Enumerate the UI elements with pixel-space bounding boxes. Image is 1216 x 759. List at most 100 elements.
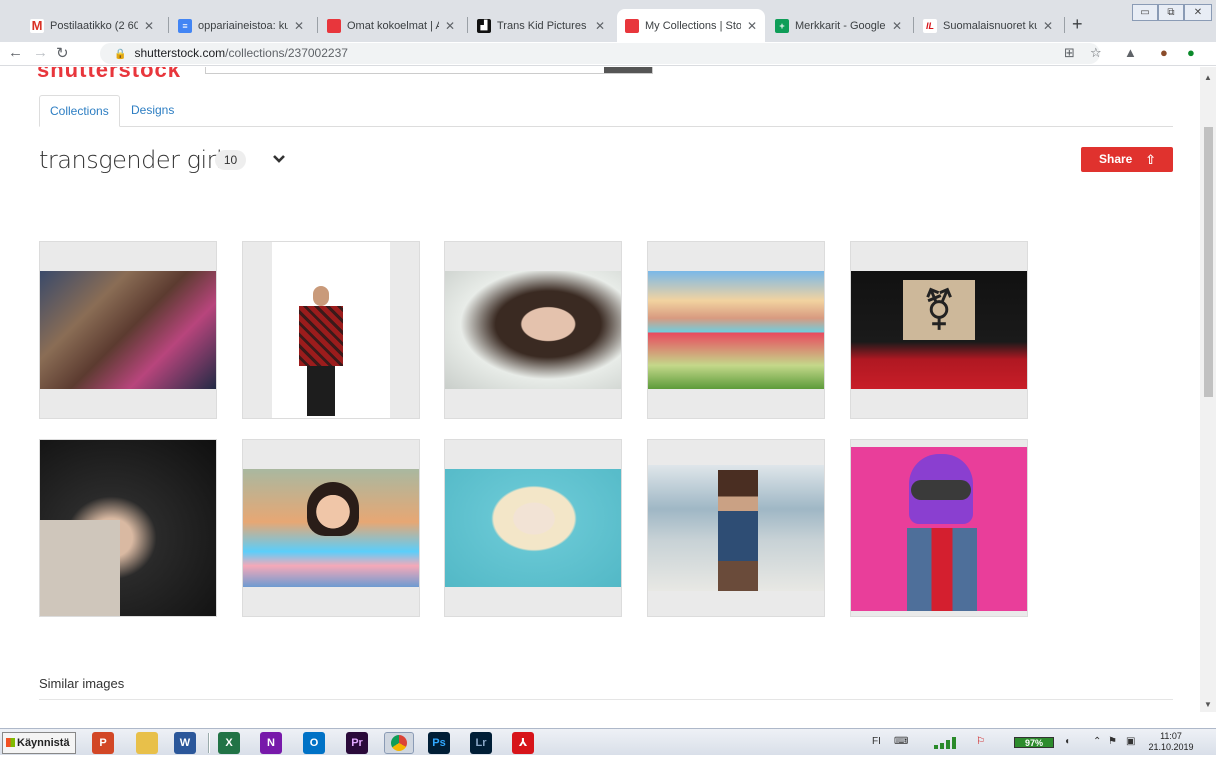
tab-collections[interactable]: Collections — [39, 95, 120, 127]
keyboard-icon[interactable]: ⌨ — [894, 736, 908, 747]
tab-title: oppariaineistoa: kuvapa — [198, 19, 288, 32]
tab-title: My Collections | Stock F — [645, 19, 741, 32]
unsplash-icon: ▟ — [477, 18, 491, 33]
collection-image-friends-group-photo[interactable] — [39, 241, 217, 419]
lightroom-icon[interactable]: Lr — [470, 732, 492, 754]
collection-image-girls-shorts-field-photo[interactable] — [647, 241, 825, 419]
collection-title: transgender girl — [39, 146, 223, 174]
powerpoint-icon[interactable]: P — [92, 732, 114, 754]
windows-taskbar: Käynnistä P W X N O Pr Ps Lr ⅄ FI ⌨ ⚐ 97… — [0, 728, 1216, 755]
collection-image-person-plaid-shirt-photo[interactable] — [242, 241, 420, 419]
browser-tab-iltalehti[interactable]: IL Suomalaisnuoret kuolive ✕ — [915, 9, 1061, 42]
acrobat-icon[interactable]: ⅄ — [512, 732, 534, 754]
tab-designs[interactable]: Designs — [121, 95, 184, 127]
tab-title: Suomalaisnuoret kuolive — [943, 19, 1037, 32]
address-bar[interactable]: 🔒 shutterstock.com/collections/237002237 — [100, 43, 1100, 64]
browser-toolbar: ← → ↻ 🔒 shutterstock.com/collections/2370… — [0, 42, 1216, 66]
image-count-badge: 10 — [215, 150, 246, 170]
translate-icon[interactable]: ⊞ — [1064, 45, 1075, 61]
start-label: Käynnistä — [17, 737, 70, 749]
notification-icon[interactable]: ▣ — [1126, 736, 1135, 747]
outlook-icon[interactable]: O — [303, 732, 325, 754]
back-arrow-icon[interactable]: ← — [8, 44, 23, 61]
close-tab-icon[interactable]: ✕ — [445, 19, 455, 33]
chrome-icon[interactable] — [384, 732, 414, 754]
browser-tab-gmail[interactable]: M Postilaatikko (2 601) - a ✕ — [22, 9, 162, 42]
page-scrollbar[interactable]: ▲ ▼ — [1200, 67, 1216, 712]
collection-image-woman-black-hat-photo[interactable] — [39, 439, 217, 617]
close-tab-icon[interactable]: ✕ — [144, 19, 154, 33]
minimize-button[interactable]: ▭ — [1132, 4, 1158, 21]
close-tab-icon[interactable]: ✕ — [1043, 19, 1053, 33]
collection-image-transgender-symbol-sign-photo[interactable]: ⚧ — [850, 241, 1028, 419]
extension-green-icon[interactable]: ● — [1187, 45, 1195, 60]
url-path: /collections/237002237 — [225, 46, 348, 60]
close-tab-icon[interactable]: ✕ — [294, 19, 304, 33]
page-content: shutterstock Collections Designs transge… — [0, 67, 1200, 712]
collection-image-woman-purple-hair-binoculars-photo[interactable] — [850, 439, 1028, 617]
collection-image-woman-waterfront-photo[interactable] — [647, 439, 825, 617]
similar-images-heading: Similar images — [39, 676, 125, 691]
wifi-off-icon[interactable]: ⚐ — [976, 736, 985, 747]
file-explorer-icon[interactable] — [136, 732, 158, 754]
shutterstock-logo[interactable]: shutterstock — [37, 67, 181, 83]
scrollbar-thumb[interactable] — [1204, 127, 1213, 397]
close-window-button[interactable]: ✕ — [1184, 4, 1212, 21]
bookmark-star-icon[interactable]: ☆ — [1090, 45, 1102, 61]
tab-title: Omat kokoelmat | Arkist — [347, 19, 439, 32]
scroll-down-arrow-icon[interactable]: ▼ — [1204, 700, 1212, 709]
new-tab-button[interactable]: + — [1072, 14, 1083, 35]
browser-tab-trans-kid-pictures[interactable]: ▟ Trans Kid Pictures | Dow ✕ — [469, 9, 613, 42]
clock-date: 21.10.2019 — [1148, 742, 1194, 752]
docs-icon: ≡ — [178, 18, 192, 33]
browser-tab-docs[interactable]: ≡ oppariaineistoa: kuvapa ✕ — [170, 9, 312, 42]
collection-image-woman-pride-flag-photo[interactable] — [242, 439, 420, 617]
reload-icon[interactable]: ↻ — [56, 44, 69, 62]
iltalehti-icon: IL — [923, 18, 937, 33]
start-button[interactable]: Käynnistä — [2, 732, 76, 754]
collection-image-woman-portrait-photo[interactable] — [444, 241, 622, 419]
lock-icon: 🔒 — [114, 49, 127, 60]
tab-title: Trans Kid Pictures | Dow — [497, 19, 589, 32]
divider — [39, 699, 1173, 700]
action-center-flag-icon[interactable]: ⚑ — [1108, 736, 1117, 747]
share-upload-icon: ⇧ — [1145, 152, 1156, 167]
search-button[interactable] — [604, 67, 652, 73]
browser-tab-sheets[interactable]: + Merkkarit - Google Shee ✕ — [767, 9, 910, 42]
power-plug-icon[interactable]: ◖ — [1064, 736, 1070, 747]
profile-avatar-icon[interactable]: ● — [1160, 45, 1168, 60]
url-domain: shutterstock.com — [134, 46, 226, 60]
collection-tabs: Collections Designs — [39, 95, 1173, 127]
system-clock[interactable]: 11:07 21.10.2019 — [1146, 731, 1196, 753]
tab-title: Merkkarit - Google Shee — [795, 19, 886, 32]
network-signal-icon[interactable] — [932, 735, 962, 749]
close-tab-icon[interactable]: ✕ — [892, 19, 902, 33]
sheets-icon: + — [775, 18, 789, 33]
browser-tab-omat-kokoelmat[interactable]: Omat kokoelmat | Arkist ✕ — [319, 9, 463, 42]
language-indicator[interactable]: FI — [872, 736, 881, 747]
share-label: Share — [1099, 152, 1133, 166]
tray-expand-icon[interactable]: ⌃ — [1093, 736, 1101, 747]
chevron-down-icon[interactable] — [272, 151, 286, 167]
share-button[interactable]: Share ⇧ — [1081, 147, 1173, 172]
close-tab-icon[interactable]: ✕ — [747, 19, 757, 33]
tab-title: Postilaatikko (2 601) - a — [50, 19, 138, 32]
onenote-icon[interactable]: N — [260, 732, 282, 754]
search-bar[interactable] — [205, 67, 653, 74]
excel-icon[interactable]: X — [218, 732, 240, 754]
premiere-icon[interactable]: Pr — [346, 732, 368, 754]
browser-tab-strip: M Postilaatikko (2 601) - a ✕ ≡ oppariai… — [0, 0, 1216, 42]
collection-image-blonde-woman-photo[interactable] — [444, 439, 622, 617]
forward-arrow-icon[interactable]: → — [33, 44, 48, 61]
gmail-icon: M — [30, 18, 44, 33]
battery-indicator[interactable]: 97% — [1014, 737, 1054, 748]
word-icon[interactable]: W — [174, 732, 196, 754]
clock-time: 11:07 — [1160, 731, 1182, 741]
maximize-button[interactable]: ⧉ — [1158, 4, 1184, 21]
browser-tab-my-collections[interactable]: My Collections | Stock F ✕ — [617, 9, 765, 42]
close-tab-icon[interactable]: ✕ — [595, 19, 605, 33]
extension-icon[interactable]: ▲ — [1124, 45, 1137, 60]
scroll-up-arrow-icon[interactable]: ▲ — [1204, 73, 1212, 82]
shutterstock-icon — [625, 18, 639, 33]
photoshop-icon[interactable]: Ps — [428, 732, 450, 754]
